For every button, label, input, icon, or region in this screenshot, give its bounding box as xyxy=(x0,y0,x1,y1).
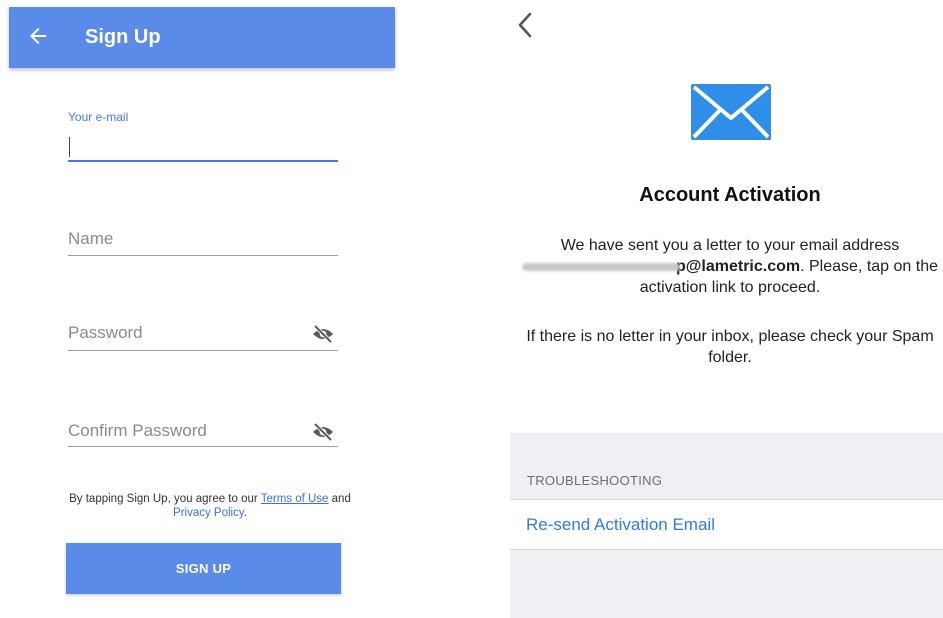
terms-suffix: . xyxy=(243,507,247,519)
confirm-password-field[interactable]: Confirm Password xyxy=(68,420,338,450)
text-caret xyxy=(69,137,70,157)
activation-message: We have sent you a letter to your email … xyxy=(510,235,943,298)
section-header-band xyxy=(510,433,943,499)
envelope-icon xyxy=(691,84,771,140)
footer-band xyxy=(510,550,943,618)
back-chevron-icon[interactable] xyxy=(516,10,534,40)
terms-notice: By tapping Sign Up, you agree to our Ter… xyxy=(68,492,352,520)
confirm-password-placeholder: Confirm Password xyxy=(68,421,207,440)
signup-screen: Sign Up Your e-mail Name Password Confir… xyxy=(9,0,395,618)
section-label: TROUBLESHOOTING xyxy=(527,473,663,488)
back-arrow-icon[interactable] xyxy=(26,24,50,48)
page-title: Sign Up xyxy=(85,26,161,48)
resend-cell[interactable]: Re-send Activation Email xyxy=(510,499,943,550)
name-field[interactable]: Name xyxy=(68,228,338,258)
email-label: Your e-mail xyxy=(68,110,129,124)
spam-hint: If there is no letter in your inbox, ple… xyxy=(526,328,934,366)
app-bar: Sign Up xyxy=(9,7,395,68)
visibility-off-icon[interactable] xyxy=(312,324,334,344)
visibility-off-icon[interactable] xyxy=(312,422,334,442)
activation-screen: Account Activation We have sent you a le… xyxy=(510,0,943,618)
privacy-policy-link[interactable]: Privacy Policy xyxy=(173,507,244,519)
name-underline xyxy=(68,255,338,256)
email-field[interactable]: Your e-mail xyxy=(68,110,338,165)
sign-up-button[interactable]: SIGN UP xyxy=(66,543,341,594)
password-field[interactable]: Password xyxy=(68,322,338,352)
password-underline xyxy=(68,350,338,351)
terms-of-use-link[interactable]: Terms of Use xyxy=(261,493,329,505)
confirm-password-underline xyxy=(68,446,338,447)
resend-activation-link[interactable]: Re-send Activation Email xyxy=(526,515,715,535)
redacted-email xyxy=(522,262,681,271)
message-prefix: We have sent you a letter to your email … xyxy=(560,237,900,254)
email-underline xyxy=(68,160,338,162)
activation-title: Account Activation xyxy=(639,184,821,206)
terms-prefix: By tapping Sign Up, you agree to our xyxy=(69,493,261,505)
password-placeholder: Password xyxy=(68,323,143,342)
terms-and: and xyxy=(328,493,351,505)
email-address: p@lametric.com xyxy=(676,258,801,275)
name-placeholder: Name xyxy=(68,229,114,248)
